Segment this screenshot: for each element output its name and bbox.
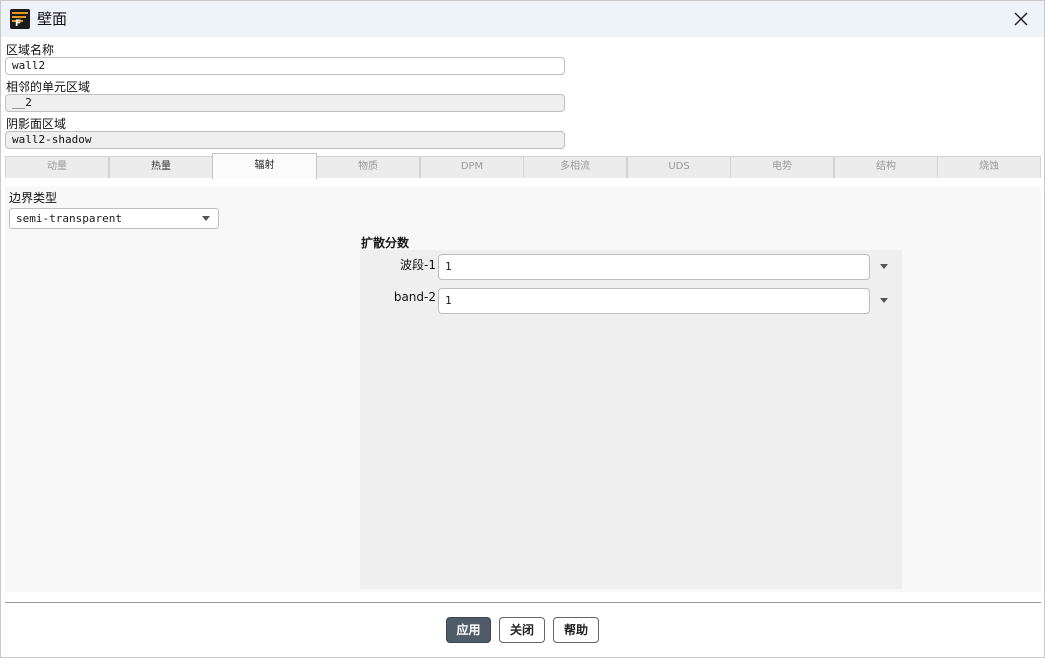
app-icon-letter: F bbox=[15, 19, 22, 29]
fluent-app-icon: F bbox=[10, 9, 30, 29]
zone-name-label: 区域名称 bbox=[6, 43, 55, 57]
apply-button[interactable]: 应用 bbox=[446, 617, 491, 643]
tab-thermal[interactable]: 热量 bbox=[109, 156, 213, 178]
boundary-type-label: 边界类型 bbox=[9, 191, 58, 205]
boundary-type-value: semi-transparent bbox=[16, 212, 122, 225]
tab-radiation[interactable]: 辐射 bbox=[212, 153, 317, 179]
shadow-face-zone-field: wall2-shadow bbox=[5, 131, 565, 149]
adjacent-cell-zone-field: __2 bbox=[5, 94, 565, 112]
title-bar: F 壁面 bbox=[1, 1, 1044, 37]
chevron-down-icon bbox=[880, 264, 888, 269]
diffuse-fraction-title: 扩散分数 bbox=[361, 236, 410, 250]
tab-momentum[interactable]: 动量 bbox=[5, 156, 109, 178]
dialog-title: 壁面 bbox=[37, 10, 68, 28]
shadow-face-zone-label: 阴影面区域 bbox=[6, 117, 67, 131]
band-2-label: band-2 bbox=[393, 290, 436, 304]
band-1-input[interactable]: 1 bbox=[438, 254, 870, 280]
tab-potential[interactable]: 电势 bbox=[730, 156, 834, 178]
help-button[interactable]: 帮助 bbox=[553, 617, 599, 643]
chevron-down-icon bbox=[202, 216, 210, 221]
band-1-label: 波段-1 bbox=[400, 258, 436, 272]
boundary-type-select[interactable]: semi-transparent bbox=[9, 208, 219, 229]
wall-dialog: F 壁面 区域名称 wall2 相邻的单元区域 __2 阴影面区域 wall2-… bbox=[0, 0, 1045, 658]
tab-multiphase[interactable]: 多相流 bbox=[523, 156, 627, 178]
adjacent-cell-zone-label: 相邻的单元区域 bbox=[6, 80, 91, 94]
close-icon[interactable] bbox=[1010, 8, 1032, 30]
tab-ablation[interactable]: 烧蚀 bbox=[937, 156, 1041, 178]
tab-dpm[interactable]: DPM bbox=[420, 156, 524, 178]
zone-name-input[interactable]: wall2 bbox=[5, 57, 565, 75]
tab-structure[interactable]: 结构 bbox=[834, 156, 938, 178]
band-2-menu-button[interactable] bbox=[875, 292, 893, 310]
tab-uds[interactable]: UDS bbox=[627, 156, 731, 178]
tab-species[interactable]: 物质 bbox=[316, 156, 420, 178]
tab-bar: 动量 热量 辐射 物质 DPM 多相流 UDS 电势 结构 烧蚀 bbox=[5, 153, 1041, 179]
footer-divider bbox=[5, 602, 1041, 603]
band-2-input[interactable]: 1 bbox=[438, 288, 870, 314]
band-1-menu-button[interactable] bbox=[875, 258, 893, 276]
close-button[interactable]: 关闭 bbox=[499, 617, 545, 643]
chevron-down-icon bbox=[880, 298, 888, 303]
